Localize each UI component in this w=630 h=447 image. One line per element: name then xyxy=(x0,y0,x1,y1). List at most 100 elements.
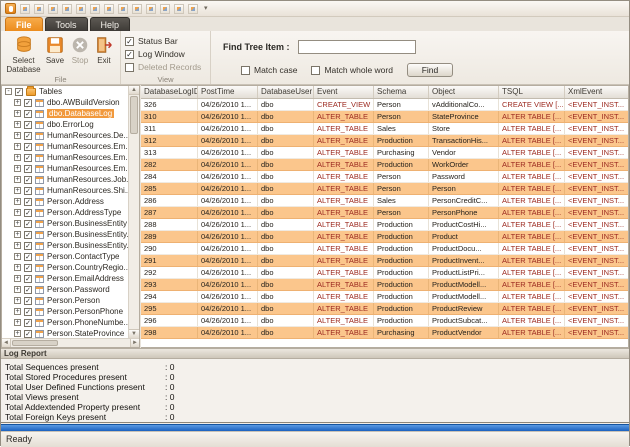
grid-row-286[interactable]: 28604/26/2010 1...dboALTER_TABLESalesPer… xyxy=(141,195,628,207)
checkbox-icon[interactable] xyxy=(125,50,134,59)
expand-icon[interactable]: + xyxy=(14,319,21,326)
checkbox-icon[interactable] xyxy=(24,242,32,250)
checkbox-icon[interactable] xyxy=(24,132,32,140)
info-icon[interactable] xyxy=(174,4,184,14)
grid-row-311[interactable]: 31104/26/2010 1...dboALTER_TABLESalesSto… xyxy=(141,123,628,135)
open-folder-icon[interactable] xyxy=(20,4,30,14)
tab-file[interactable]: File xyxy=(5,17,43,31)
column-header-databaselogid[interactable]: DatabaseLogID xyxy=(141,86,198,98)
checkbox-icon[interactable] xyxy=(15,88,23,96)
checkbox-icon[interactable] xyxy=(125,37,134,46)
expand-icon[interactable]: + xyxy=(14,176,21,183)
expand-icon[interactable]: + xyxy=(14,198,21,205)
grid-row-291[interactable]: 29104/26/2010 1...dboALTER_TABLEProducti… xyxy=(141,255,628,267)
checkbox-icon[interactable] xyxy=(241,66,250,75)
help-icon[interactable] xyxy=(188,4,198,14)
expand-icon[interactable]: + xyxy=(14,110,21,117)
expand-icon[interactable]: + xyxy=(14,132,21,139)
expand-icon[interactable]: + xyxy=(14,209,21,216)
grid-row-288[interactable]: 28804/26/2010 1...dboALTER_TABLEProducti… xyxy=(141,219,628,231)
checkbox-icon[interactable] xyxy=(24,308,32,316)
tree-item-person-businessentity[interactable]: + Person.BusinessEntity... xyxy=(2,229,128,240)
checkbox-icon[interactable] xyxy=(24,143,32,151)
tree-item-dbo-awbuildversion[interactable]: + dbo.AWBuildVersion xyxy=(2,97,128,108)
checkbox-icon[interactable] xyxy=(24,176,32,184)
checkbox-icon[interactable] xyxy=(24,231,32,239)
checkbox-icon[interactable] xyxy=(24,165,32,173)
tree-item-humanresources-em[interactable]: + HumanResources.Em... xyxy=(2,152,128,163)
checkbox-icon[interactable] xyxy=(24,198,32,206)
exit-button[interactable]: Exit xyxy=(92,33,116,73)
grid-row-287[interactable]: 28704/26/2010 1...dboALTER_TABLEPersonPe… xyxy=(141,207,628,219)
tree-item-dbo-errorlog[interactable]: + dbo.ErrorLog xyxy=(2,119,128,130)
checkbox-icon[interactable] xyxy=(125,63,134,72)
refresh-icon[interactable] xyxy=(118,4,128,14)
stop-button[interactable]: Stop xyxy=(68,33,92,73)
export-icon[interactable] xyxy=(62,4,72,14)
tree-item-person-countryregio[interactable]: + Person.CountryRegio... xyxy=(2,262,128,273)
tree-item-person-password[interactable]: + Person.Password xyxy=(2,284,128,295)
grid-row-294[interactable]: 29404/26/2010 1...dboALTER_TABLEProducti… xyxy=(141,291,628,303)
checkbox-icon[interactable] xyxy=(24,121,32,129)
column-header-schema[interactable]: Schema xyxy=(374,86,429,98)
expand-icon[interactable]: + xyxy=(14,264,21,271)
checkbox-icon[interactable] xyxy=(24,319,32,327)
status-bar-checkbox[interactable]: Status Bar xyxy=(125,36,206,46)
scrollbar-thumb[interactable] xyxy=(130,96,138,134)
tree-item-person-emailaddress[interactable]: + Person.EmailAddress xyxy=(2,273,128,284)
expand-icon[interactable]: + xyxy=(14,231,21,238)
grid-row-284[interactable]: 28404/26/2010 1...dboALTER_TABLEPersonPa… xyxy=(141,171,628,183)
tree-item-humanresources-de[interactable]: + HumanResources.De... xyxy=(2,130,128,141)
column-header-event[interactable]: Event xyxy=(314,86,374,98)
column-header-databaseuser[interactable]: DatabaseUser xyxy=(258,86,314,98)
grid-row-313[interactable]: 31304/26/2010 1...dboALTER_TABLEPurchasi… xyxy=(141,147,628,159)
expand-icon[interactable]: + xyxy=(14,187,21,194)
grid-row-310[interactable]: 31004/26/2010 1...dboALTER_TABLEPersonSt… xyxy=(141,111,628,123)
grid-row-289[interactable]: 28904/26/2010 1...dboALTER_TABLEProducti… xyxy=(141,231,628,243)
scrollbar-thumb[interactable] xyxy=(12,340,58,346)
expand-icon[interactable]: + xyxy=(14,297,21,304)
tree-item-humanresources-em[interactable]: + HumanResources.Em... xyxy=(2,163,128,174)
expand-icon[interactable]: + xyxy=(14,308,21,315)
save-icon[interactable] xyxy=(34,4,44,14)
column-header-tsql[interactable]: TSQL xyxy=(499,86,565,98)
print-icon[interactable] xyxy=(76,4,86,14)
grid-row-326[interactable]: 32604/26/2010 1...dboCREATE_VIEWPersonvA… xyxy=(141,99,628,111)
expand-icon[interactable]: + xyxy=(14,99,21,106)
grid-row-290[interactable]: 29004/26/2010 1...dboALTER_TABLEProducti… xyxy=(141,243,628,255)
expand-icon[interactable]: + xyxy=(14,242,21,249)
grid-row-296[interactable]: 29604/26/2010 1...dboALTER_TABLEProducti… xyxy=(141,315,628,327)
checkbox-icon[interactable] xyxy=(24,286,32,294)
tree-item-person-address[interactable]: + Person.Address xyxy=(2,196,128,207)
column-header-xmlevent[interactable]: XmlEvent xyxy=(565,86,629,98)
deleted-records-checkbox[interactable]: Deleted Records xyxy=(125,62,206,72)
checkbox-icon[interactable] xyxy=(24,99,32,107)
tree-item-person-contacttype[interactable]: + Person.ContactType xyxy=(2,251,128,262)
database-icon[interactable] xyxy=(132,4,142,14)
tree-horizontal-scrollbar[interactable]: ◄ ► xyxy=(2,338,139,347)
tree-root-tables[interactable]: - Tables xyxy=(2,86,128,97)
checkbox-icon[interactable] xyxy=(24,253,32,261)
tree-item-person-businessentity[interactable]: + Person.BusinessEntity... xyxy=(2,240,128,251)
tree-item-humanresources-job[interactable]: + HumanResources.Job... xyxy=(2,174,128,185)
expand-icon[interactable]: + xyxy=(14,286,21,293)
grid-row-312[interactable]: 31204/26/2010 1...dboALTER_TABLEProducti… xyxy=(141,135,628,147)
qat-dropdown-icon[interactable]: ▾ xyxy=(204,1,208,17)
find-button[interactable]: Find xyxy=(407,63,453,77)
tab-help[interactable]: Help xyxy=(90,17,131,31)
preview-icon[interactable] xyxy=(90,4,100,14)
report-icon[interactable] xyxy=(146,4,156,14)
expand-icon[interactable]: + xyxy=(14,253,21,260)
scroll-down-icon[interactable]: ▼ xyxy=(129,329,139,338)
expand-icon[interactable]: + xyxy=(14,330,21,337)
checkbox-icon[interactable] xyxy=(24,110,32,118)
expand-icon[interactable]: + xyxy=(14,220,21,227)
select-database-button[interactable]: Select Database xyxy=(5,33,42,73)
collapse-icon[interactable]: - xyxy=(5,88,12,95)
tree-item-humanresources-em[interactable]: + HumanResources.Em... xyxy=(2,141,128,152)
scroll-left-icon[interactable]: ◄ xyxy=(2,339,11,347)
column-header-object[interactable]: Object xyxy=(429,86,499,98)
tree-item-person-person[interactable]: + Person.Person xyxy=(2,295,128,306)
expand-icon[interactable]: + xyxy=(14,165,21,172)
checkbox-icon[interactable] xyxy=(24,297,32,305)
